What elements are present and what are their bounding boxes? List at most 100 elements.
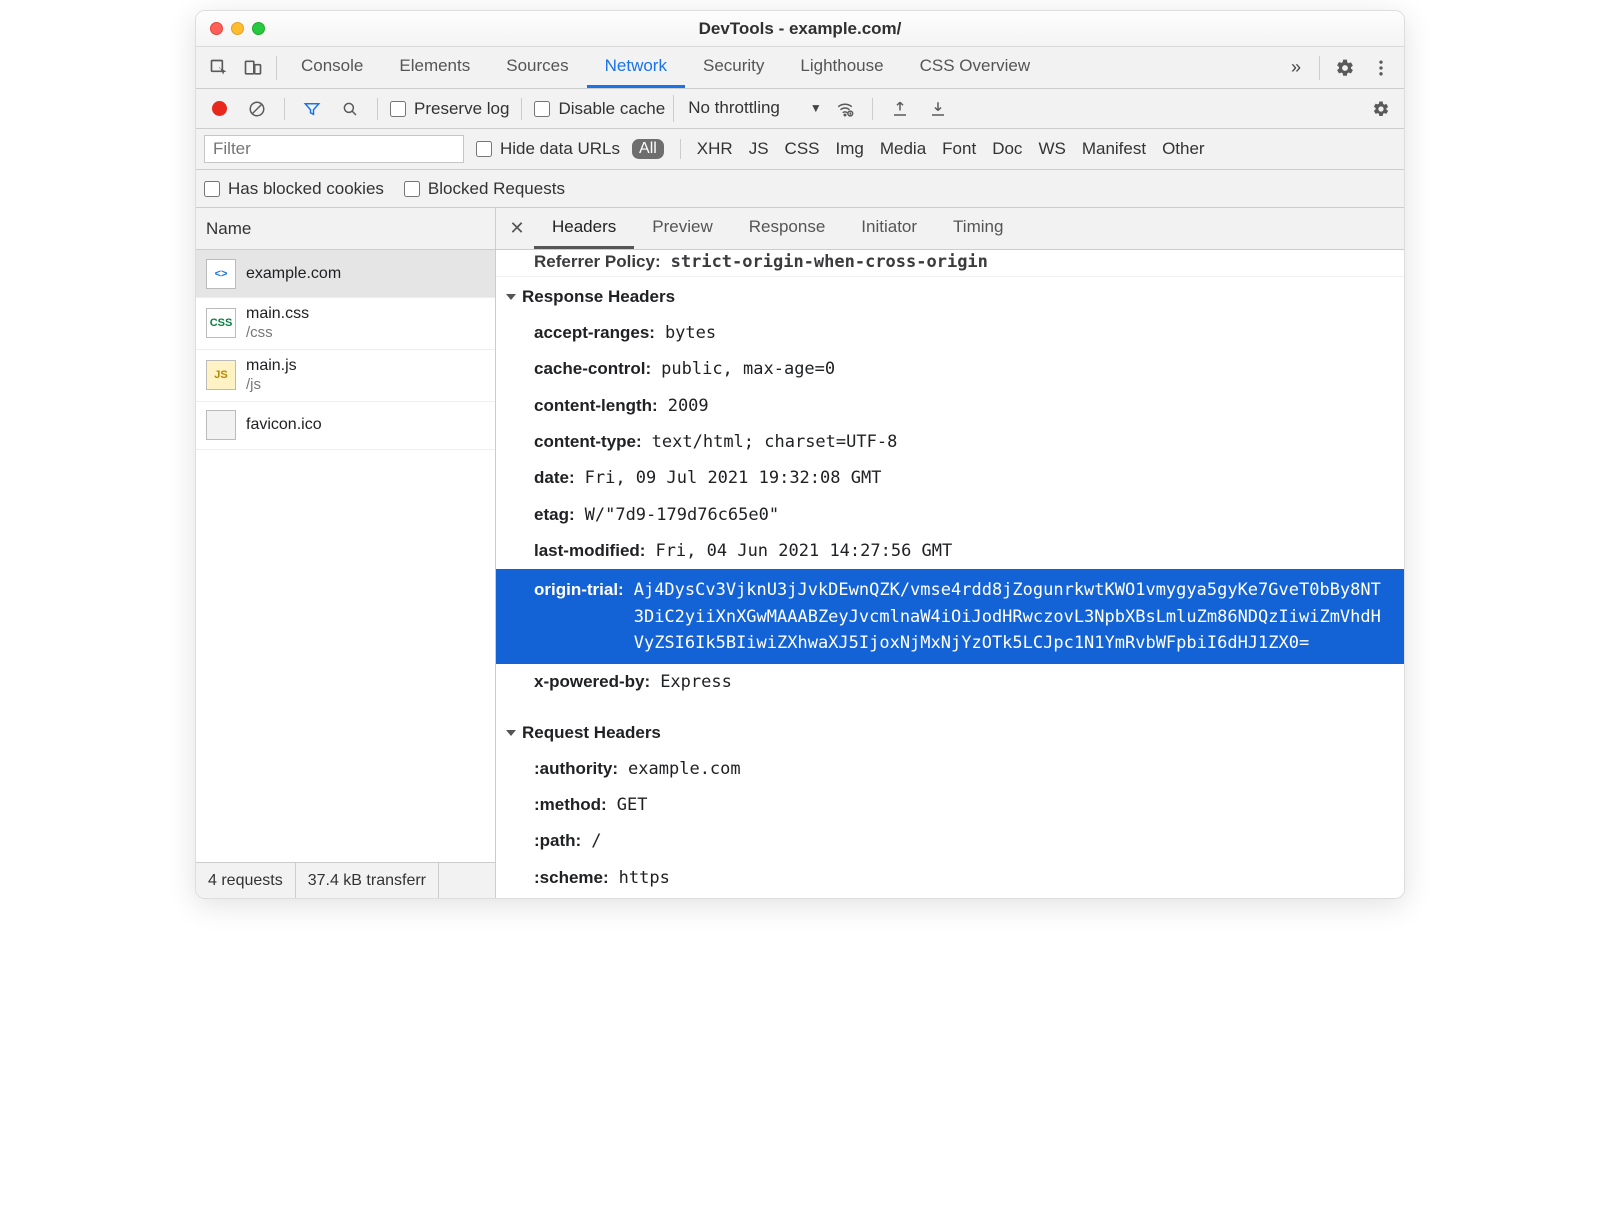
request-name: main.js	[246, 356, 297, 376]
record-button[interactable]	[204, 94, 234, 124]
header-row[interactable]: accept-ranges: bytes	[496, 315, 1404, 351]
filter-type-ws[interactable]: WS	[1038, 139, 1065, 159]
tab-sources[interactable]: Sources	[488, 47, 586, 88]
header-value: public, max-age=0	[661, 356, 835, 382]
filter-type-js[interactable]: JS	[749, 139, 769, 159]
filter-type-xhr[interactable]: XHR	[697, 139, 733, 159]
header-row[interactable]: origin-trial:Aj4DysCv3VjknU3jJvkDEwnQZK/…	[496, 569, 1404, 664]
network-conditions-icon[interactable]	[830, 94, 860, 124]
window-close-button[interactable]	[210, 22, 223, 35]
blocked-requests-input[interactable]	[404, 181, 420, 197]
request-name: main.css	[246, 304, 309, 324]
clear-button[interactable]	[242, 94, 272, 124]
filter-type-media[interactable]: Media	[880, 139, 926, 159]
preserve-log-checkbox[interactable]: Preserve log	[390, 99, 509, 119]
header-row[interactable]: last-modified:Fri, 04 Jun 2021 14:27:56 …	[496, 533, 1404, 569]
filter-type-all[interactable]: All	[632, 139, 664, 159]
transfer-size: 37.4 kB transferr	[296, 863, 439, 898]
preserve-log-input[interactable]	[390, 101, 406, 117]
request-name: example.com	[246, 264, 341, 284]
window-minimize-button[interactable]	[231, 22, 244, 35]
device-toolbar-icon[interactable]	[236, 51, 270, 85]
file-type-icon: <>	[206, 259, 236, 289]
header-name: cache-control:	[534, 356, 651, 382]
details-tab-timing[interactable]: Timing	[935, 208, 1021, 249]
header-value: /	[591, 828, 601, 854]
header-name: etag:	[534, 502, 575, 528]
request-list-header[interactable]: Name	[196, 208, 495, 250]
has-blocked-cookies-input[interactable]	[204, 181, 220, 197]
request-headers-section[interactable]: Request Headers	[496, 715, 1404, 751]
header-value: bytes	[665, 320, 716, 346]
details-tabs: ✕ HeadersPreviewResponseInitiatorTiming	[496, 208, 1404, 250]
details-tab-initiator[interactable]: Initiator	[843, 208, 935, 249]
throttling-select[interactable]: No throttling ▼	[673, 95, 822, 122]
export-har-icon[interactable]	[923, 94, 953, 124]
details-body[interactable]: Referrer Policy: strict-origin-when-cros…	[496, 250, 1404, 898]
request-row[interactable]: CSSmain.css/css	[196, 298, 495, 350]
response-headers-section[interactable]: Response Headers	[496, 279, 1404, 315]
tab-console[interactable]: Console	[283, 47, 381, 88]
header-value: strict-origin-when-cross-origin	[671, 252, 988, 272]
file-type-icon: JS	[206, 360, 236, 390]
request-path: /css	[246, 324, 309, 343]
close-details-button[interactable]: ✕	[500, 218, 534, 239]
tab-css-overview[interactable]: CSS Overview	[902, 47, 1049, 88]
separator	[521, 98, 522, 120]
filter-type-font[interactable]: Font	[942, 139, 976, 159]
header-row[interactable]: content-type:text/html; charset=UTF-8	[496, 424, 1404, 460]
header-name: content-length:	[534, 393, 658, 419]
chevron-down-icon: ▼	[810, 101, 822, 115]
filter-type-img[interactable]: Img	[836, 139, 864, 159]
details-tab-response[interactable]: Response	[731, 208, 844, 249]
resource-type-filter: All XHR JS CSS Img Media Font Doc WS Manifest Oth…	[632, 139, 1205, 159]
tab-elements[interactable]: Elements	[381, 47, 488, 88]
details-tab-headers[interactable]: Headers	[534, 208, 634, 249]
filter-type-other[interactable]: Other	[1162, 139, 1205, 159]
filter-type-manifest[interactable]: Manifest	[1082, 139, 1146, 159]
search-icon[interactable]	[335, 94, 365, 124]
filter-icon[interactable]	[297, 94, 327, 124]
hide-data-urls-input[interactable]	[476, 141, 492, 157]
inspect-element-icon[interactable]	[202, 51, 236, 85]
header-row[interactable]: :method:GET	[496, 787, 1404, 823]
header-row[interactable]: :scheme:https	[496, 860, 1404, 896]
panel-settings-gear-icon[interactable]	[1366, 94, 1396, 124]
header-value: Fri, 04 Jun 2021 14:27:56 GMT	[655, 538, 952, 564]
hide-data-urls-checkbox[interactable]: Hide data URLs	[476, 139, 620, 159]
kebab-menu-icon[interactable]	[1364, 51, 1398, 85]
header-name: accept-ranges:	[534, 320, 655, 346]
request-row[interactable]: JSmain.js/js	[196, 350, 495, 402]
header-row[interactable]: cache-control: public, max-age=0	[496, 351, 1404, 387]
header-row[interactable]: x-powered-by:Express	[496, 664, 1404, 700]
hide-data-urls-label: Hide data URLs	[500, 139, 620, 159]
header-row[interactable]: accept:text/html,application/xhtml+xml,a…	[496, 896, 1404, 898]
import-har-icon[interactable]	[885, 94, 915, 124]
header-name: origin-trial:	[534, 577, 624, 603]
blocked-requests-checkbox[interactable]: Blocked Requests	[404, 179, 565, 199]
tab-network[interactable]: Network	[587, 47, 685, 88]
header-row[interactable]: :path:/	[496, 823, 1404, 859]
header-row[interactable]: date:Fri, 09 Jul 2021 19:32:08 GMT	[496, 460, 1404, 496]
blocked-requests-label: Blocked Requests	[428, 179, 565, 199]
filter-type-css[interactable]: CSS	[785, 139, 820, 159]
tabstrip: ConsoleElementsSourcesNetworkSecurityLig…	[196, 47, 1404, 89]
header-row[interactable]: content-length:2009	[496, 388, 1404, 424]
filter-input[interactable]	[204, 135, 464, 163]
window-zoom-button[interactable]	[252, 22, 265, 35]
disable-cache-checkbox[interactable]: Disable cache	[534, 99, 665, 119]
request-row[interactable]: <> example.com	[196, 250, 495, 298]
header-row[interactable]: etag:W/"7d9-179d76c65e0"	[496, 497, 1404, 533]
header-row[interactable]: :authority:example.com	[496, 751, 1404, 787]
request-row[interactable]: favicon.ico	[196, 402, 495, 450]
tab-security[interactable]: Security	[685, 47, 782, 88]
more-tabs-button[interactable]: »	[1281, 57, 1311, 78]
settings-gear-icon[interactable]	[1328, 51, 1362, 85]
has-blocked-cookies-checkbox[interactable]: Has blocked cookies	[204, 179, 384, 199]
header-name: x-powered-by:	[534, 669, 650, 695]
details-tab-preview[interactable]: Preview	[634, 208, 730, 249]
tab-lighthouse[interactable]: Lighthouse	[782, 47, 901, 88]
filter-type-doc[interactable]: Doc	[992, 139, 1022, 159]
disable-cache-input[interactable]	[534, 101, 550, 117]
header-name: :method:	[534, 792, 607, 818]
